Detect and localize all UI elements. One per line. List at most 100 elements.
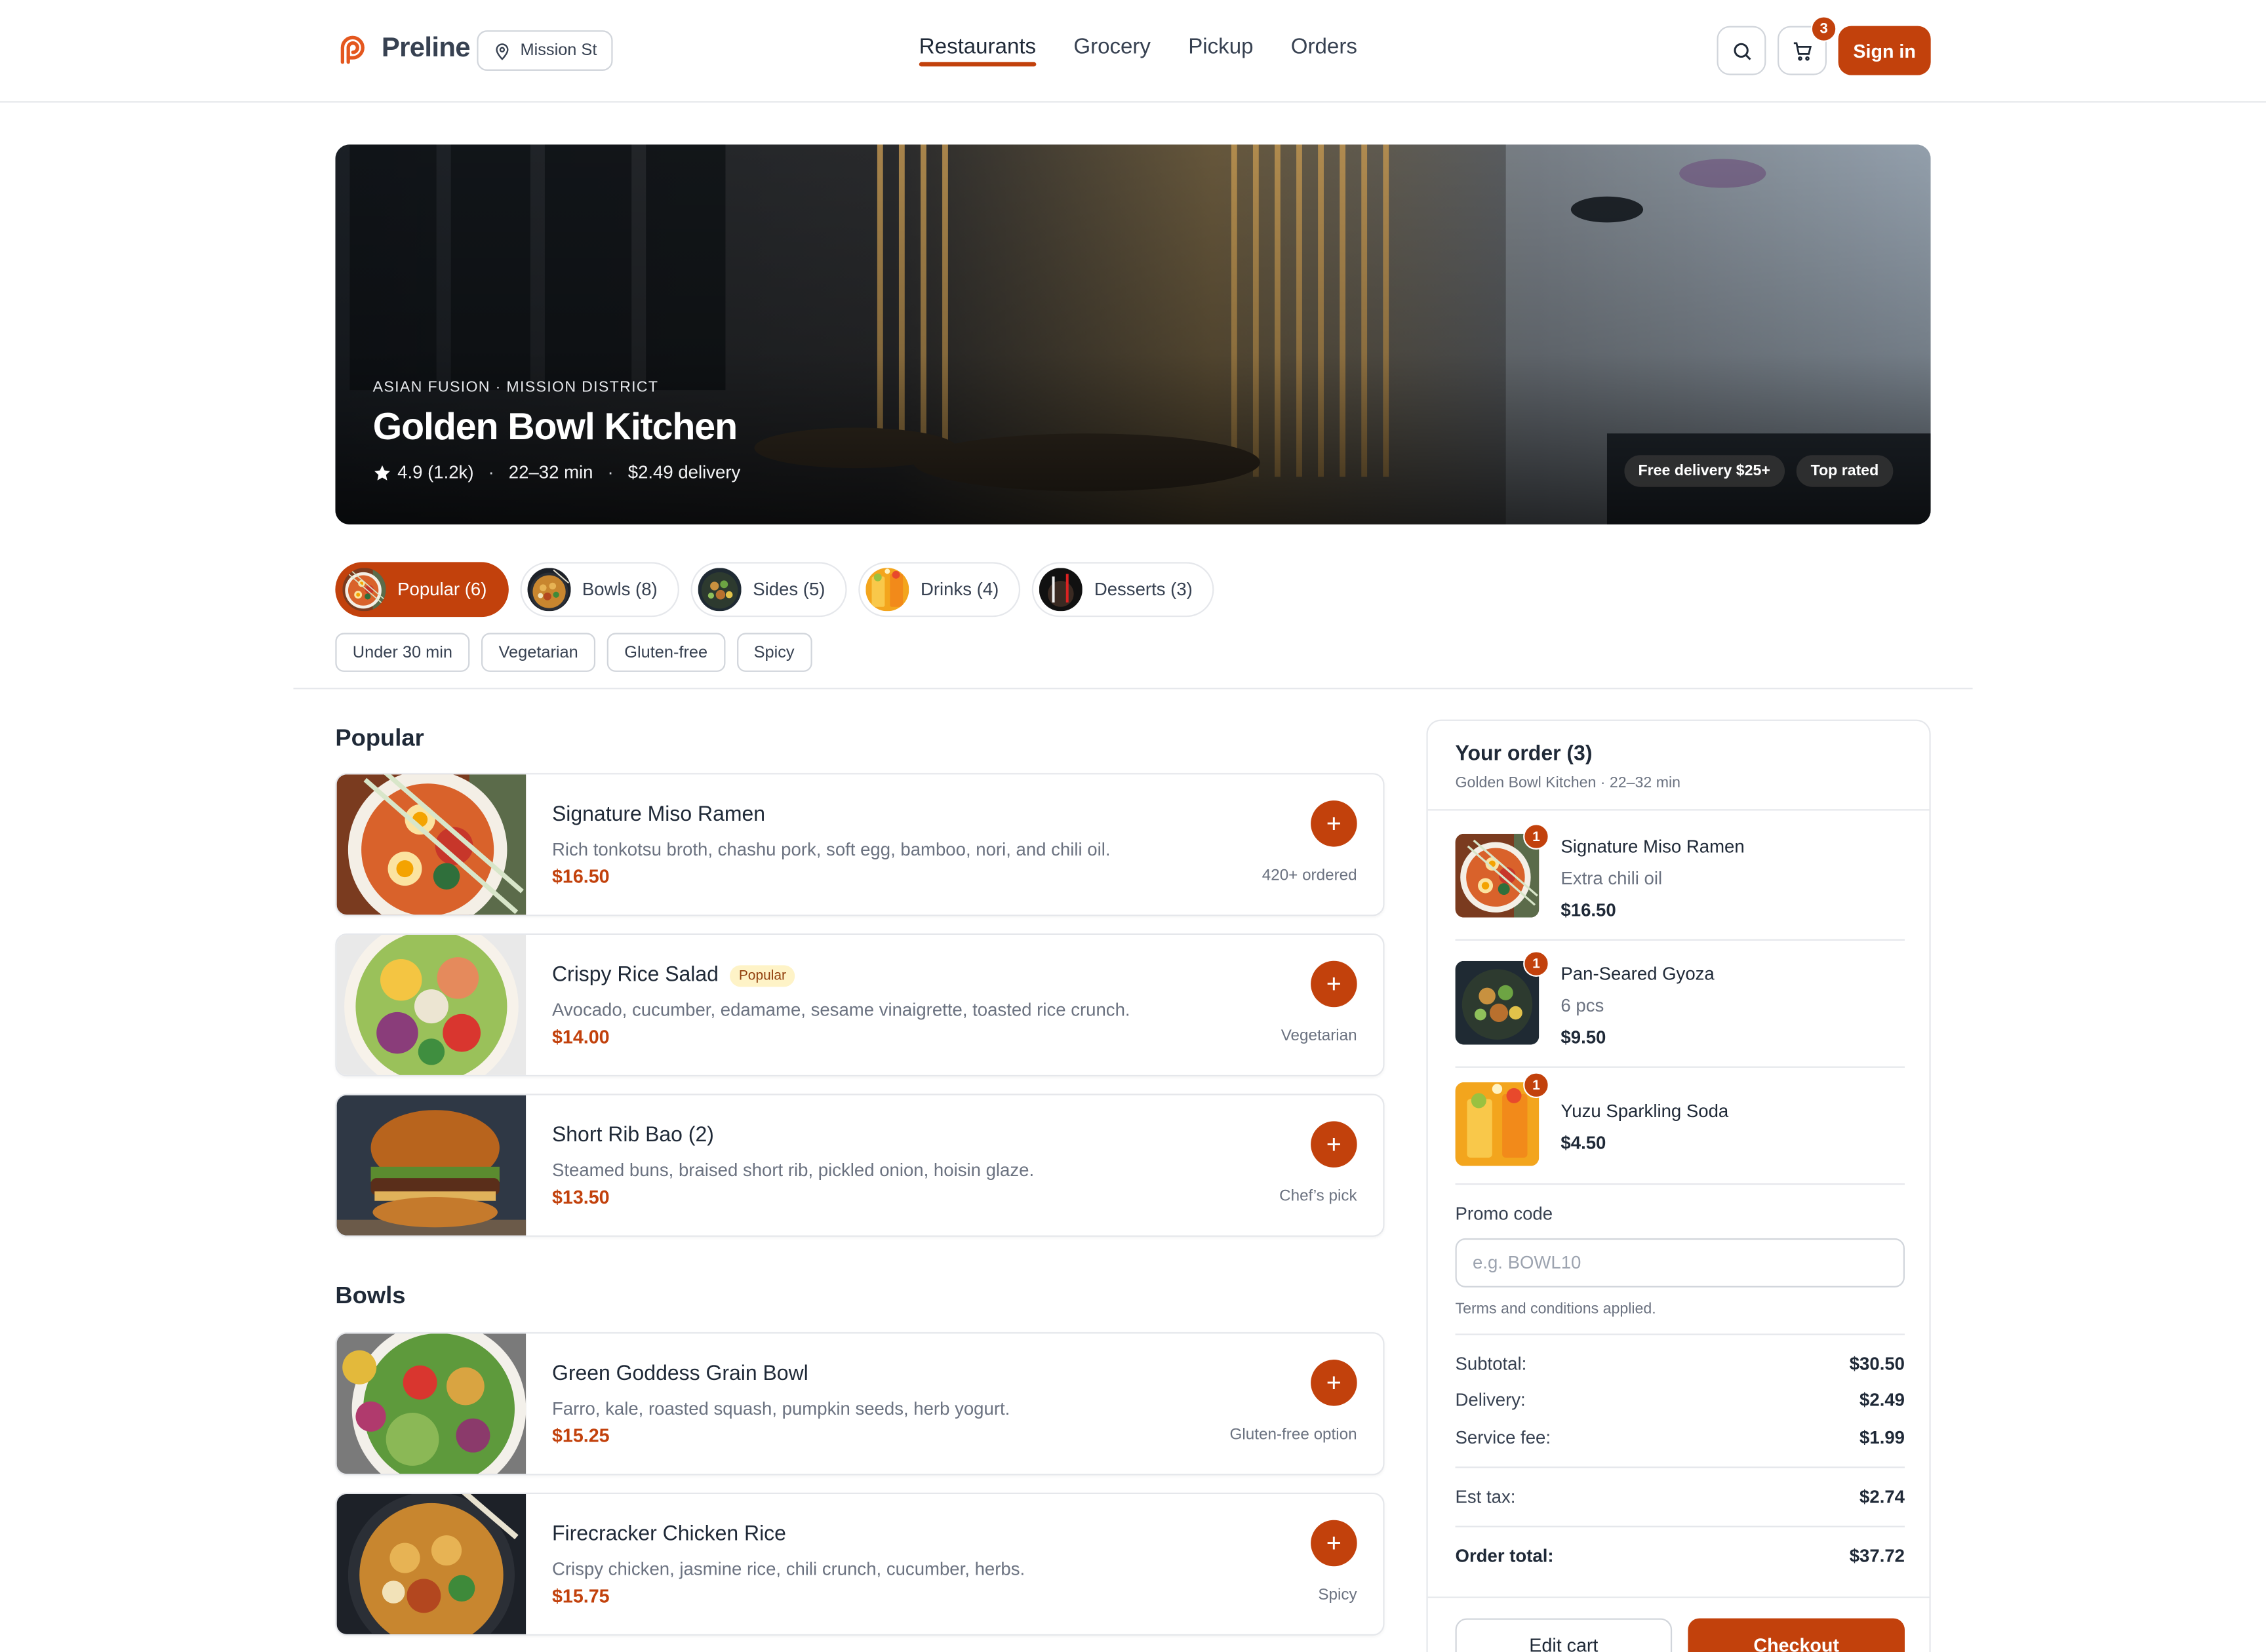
delivery-label: Delivery: — [1455, 1390, 1526, 1411]
section-title-bowls: Bowls — [335, 1283, 406, 1309]
add-to-cart-button[interactable]: + — [1311, 1520, 1357, 1567]
filter-gluten-free[interactable]: Gluten-free — [606, 633, 725, 672]
delivery-fee: $2.49 delivery — [627, 462, 741, 483]
item-name: Green Goddess Grain Bowl — [552, 1362, 808, 1385]
tax-row: Est tax: $2.74 — [1456, 1487, 1905, 1507]
item-description: Avocado, cucumber, edamame, sesame vinai… — [551, 1000, 1130, 1021]
nav-restaurants[interactable]: Restaurants — [919, 35, 1036, 67]
service-fee-label: Service fee: — [1455, 1427, 1551, 1448]
category-bowls[interactable]: Bowls (8) — [520, 562, 679, 618]
hero-tag-top-rated: Top rated — [1796, 455, 1894, 487]
item-name: Firecracker Chicken Rice — [552, 1523, 786, 1546]
item-description: Farro, kale, roasted squash, pumpkin see… — [551, 1398, 1010, 1419]
edit-cart-button[interactable]: Edit cart — [1455, 1618, 1673, 1652]
filter-chips: Under 30 min Vegetarian Gluten-free Spic… — [335, 633, 812, 672]
restaurant-name: Golden Bowl Kitchen — [372, 404, 738, 448]
subtotal-label: Subtotal: — [1455, 1354, 1527, 1375]
category-drinks[interactable]: Drinks (4) — [858, 562, 1021, 618]
item-price: $14.00 — [551, 1025, 610, 1048]
item-name-text: Green Goddess Grain Bowl — [551, 1362, 808, 1386]
category-label: Desserts (3) — [1094, 579, 1193, 600]
order-item-name: Pan-Seared Gyoza — [1560, 964, 1715, 984]
item-price: $15.75 — [551, 1584, 610, 1607]
category-popular[interactable]: Popular (6) — [335, 562, 509, 618]
hero-tags: Free delivery $25+ Top rated — [1623, 455, 1894, 487]
order-item-option: Extra chili oil — [1560, 868, 1663, 889]
subtotal-value: $30.50 — [1849, 1354, 1905, 1375]
salad-photo — [337, 935, 527, 1076]
soda-thumb — [1456, 1082, 1540, 1166]
item-description: Rich tonkotsu broth, chashu pork, soft e… — [551, 839, 1111, 860]
subtotal-row: Subtotal: $30.50 — [1456, 1354, 1905, 1374]
cart-button[interactable]: 3 — [1778, 16, 1837, 75]
add-to-cart-button[interactable]: + — [1311, 960, 1357, 1008]
item-name-text: Crispy Rice Salad — [551, 964, 719, 987]
item-note: Gluten-free option — [1229, 1426, 1357, 1444]
ramen-thumb-icon — [342, 568, 386, 611]
filter-under-30[interactable]: Under 30 min — [335, 633, 470, 672]
order-item-name: Yuzu Sparkling Soda — [1560, 1101, 1729, 1122]
order-item-name: Signature Miso Ramen — [1560, 836, 1745, 857]
section-title-popular: Popular — [335, 725, 424, 752]
menu-item[interactable]: Green Goddess Grain Bowl Farro, kale, ro… — [335, 1332, 1385, 1476]
add-to-cart-button[interactable]: + — [1311, 1121, 1357, 1168]
order-line-item[interactable]: 1 Yuzu Sparkling Soda $4.50 — [1455, 1068, 1905, 1185]
order-line-item[interactable]: 1 Pan-Seared Gyoza 6 pcs $9.50 — [1455, 941, 1905, 1068]
item-price: $13.50 — [551, 1186, 610, 1208]
item-description: Steamed buns, braised short rib, pickled… — [551, 1160, 1035, 1181]
item-name: Crispy Rice Salad Popular — [552, 964, 795, 987]
rating-value: 4.9 (1.2k) — [397, 462, 474, 483]
main-nav: Restaurants Grocery Pickup Orders — [919, 35, 1357, 67]
star-icon — [374, 464, 390, 480]
nav-pickup[interactable]: Pickup — [1188, 35, 1253, 65]
drink-thumb-icon — [865, 568, 909, 611]
cart-count-badge: 3 — [1810, 16, 1837, 42]
summary-divider — [1455, 1466, 1905, 1468]
separator-dot: · — [607, 462, 614, 483]
nav-grocery[interactable]: Grocery — [1073, 35, 1151, 65]
grain-bowl-photo — [337, 1333, 527, 1475]
chicken-rice-photo — [337, 1494, 527, 1636]
delivery-value: $2.49 — [1859, 1390, 1905, 1411]
section-divider — [293, 688, 1973, 690]
add-to-cart-button[interactable]: + — [1311, 800, 1357, 847]
category-label: Sides (5) — [753, 579, 825, 600]
category-tabs: Popular (6) Bowls (8) Sides (5) Drinks (… — [335, 562, 1214, 618]
service-fee-row: Service fee: $1.99 — [1456, 1428, 1905, 1448]
checkout-button[interactable]: Checkout — [1688, 1618, 1905, 1652]
sign-in-button[interactable]: Sign in — [1838, 26, 1931, 75]
filter-vegetarian[interactable]: Vegetarian — [481, 633, 596, 672]
menu-item[interactable]: Firecracker Chicken Rice Crispy chicken,… — [335, 1492, 1385, 1636]
nav-orders[interactable]: Orders — [1291, 35, 1357, 65]
order-total-value: $37.72 — [1849, 1546, 1905, 1567]
brand-logo[interactable]: Preline — [335, 31, 471, 66]
restaurant-hero: ASIAN FUSION · MISSION DISTRICT Golden B… — [335, 144, 1931, 525]
rating: 4.9 (1.2k) — [373, 462, 474, 482]
category-desserts[interactable]: Desserts (3) — [1032, 562, 1214, 618]
category-label: Drinks (4) — [920, 579, 999, 600]
item-name-text: Short Rib Bao (2) — [551, 1124, 714, 1148]
promo-terms-note: Terms and conditions applied. — [1455, 1300, 1656, 1318]
order-item-option: 6 pcs — [1560, 995, 1604, 1016]
item-note: Chef’s pick — [1279, 1187, 1357, 1206]
location-button[interactable]: Mission St — [477, 30, 613, 71]
filter-spicy[interactable]: Spicy — [736, 633, 812, 672]
item-name-text: Signature Miso Ramen — [551, 803, 766, 827]
gyoza-thumb — [1456, 961, 1540, 1045]
quantity-badge: 1 — [1523, 823, 1549, 850]
add-to-cart-button[interactable]: + — [1311, 1360, 1357, 1406]
promo-code-input[interactable] — [1455, 1238, 1905, 1288]
bowl-thumb-icon — [527, 568, 570, 611]
order-line-item[interactable]: 1 Signature Miso Ramen Extra chili oil $… — [1455, 811, 1905, 941]
menu-item[interactable]: Signature Miso Ramen Rich tonkotsu broth… — [335, 773, 1385, 916]
menu-item[interactable]: Crispy Rice Salad Popular Avocado, cucum… — [335, 933, 1385, 1077]
dessert-thumb-icon — [1039, 568, 1083, 611]
order-title: Your order (3) — [1455, 742, 1593, 766]
quantity-badge: 1 — [1523, 951, 1549, 977]
search-button[interactable] — [1717, 26, 1766, 75]
category-sides[interactable]: Sides (5) — [690, 562, 847, 618]
menu-item[interactable]: Short Rib Bao (2) Steamed buns, braised … — [335, 1093, 1385, 1237]
promo-code-label: Promo code — [1455, 1204, 1553, 1224]
order-item-price: $9.50 — [1560, 1027, 1606, 1048]
ramen-thumb — [1456, 834, 1540, 918]
